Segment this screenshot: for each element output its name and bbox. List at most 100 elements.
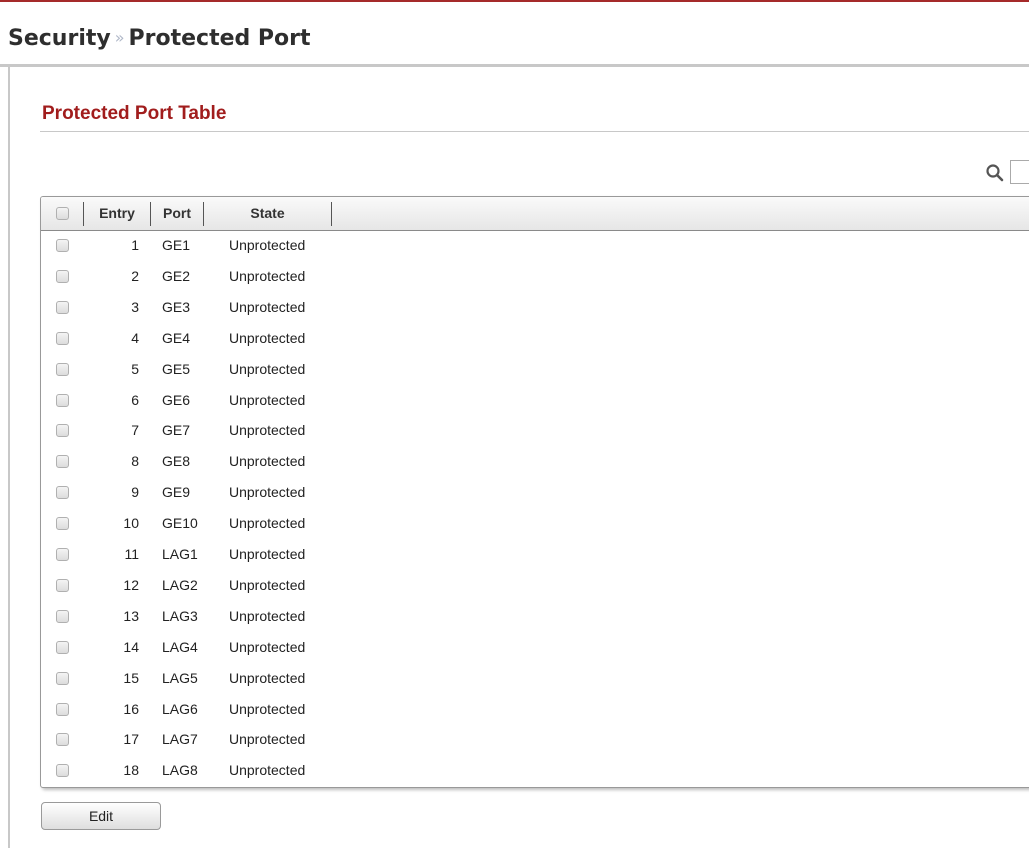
column-header-state[interactable]: State (204, 197, 331, 230)
cell-state: Unprotected (229, 515, 306, 532)
cell-state: Unprotected (229, 576, 306, 593)
cell-port: LAG8 (162, 762, 198, 779)
cell-entry: 14 (123, 638, 139, 655)
table-row[interactable]: 8 GE8 Unprotected (41, 446, 1029, 477)
left-frame-border (8, 66, 10, 848)
column-divider (331, 202, 332, 226)
cell-state: Unprotected (229, 638, 306, 655)
table-row[interactable]: 9 GE9 Unprotected (41, 477, 1029, 508)
select-all-checkbox[interactable] (56, 207, 69, 220)
row-checkbox[interactable] (56, 424, 69, 438)
cell-port: GE7 (162, 422, 191, 439)
cell-entry: 4 (131, 329, 139, 346)
edit-button[interactable]: Edit (41, 802, 161, 830)
cell-state: Unprotected (229, 762, 306, 779)
row-checkbox[interactable] (56, 486, 69, 500)
row-checkbox[interactable] (56, 671, 69, 685)
cell-entry: 15 (123, 669, 139, 686)
row-checkbox[interactable] (56, 609, 69, 623)
search-input[interactable] (1010, 160, 1029, 184)
table-row[interactable]: 14 LAG4 Unprotected (41, 632, 1029, 663)
row-checkbox[interactable] (56, 578, 69, 592)
cell-entry: 16 (123, 700, 139, 717)
table-row[interactable]: 3 GE3 Unprotected (41, 292, 1029, 323)
column-header-entry[interactable]: Entry (84, 197, 150, 230)
cell-state: Unprotected (229, 329, 306, 346)
row-checkbox[interactable] (56, 517, 69, 531)
row-checkbox[interactable] (56, 702, 69, 716)
cell-port: LAG4 (162, 638, 198, 655)
cell-port: LAG7 (162, 731, 198, 748)
row-checkbox[interactable] (56, 239, 69, 252)
row-checkbox[interactable] (56, 331, 69, 345)
cell-entry: 17 (123, 731, 139, 748)
page-header: Security» Protected Port (0, 2, 1029, 67)
table-row[interactable]: 5 GE5 Unprotected (41, 354, 1029, 385)
cell-port: GE2 (162, 267, 191, 284)
breadcrumb-section: Security (8, 26, 111, 51)
table-row[interactable]: 2 GE2 Unprotected (41, 261, 1029, 292)
cell-entry: 18 (123, 762, 139, 779)
search-icon[interactable] (985, 163, 1005, 183)
protected-port-table: Entry Port State 1 GE1 Unprotected 2 GE2 Unpr… (40, 196, 1029, 788)
breadcrumb: Security» Protected Port (8, 26, 311, 51)
breadcrumb-separator-icon: » (114, 28, 125, 47)
cell-entry: 7 (131, 422, 139, 439)
table-row[interactable]: 13 LAG3 Unprotected (41, 601, 1029, 632)
cell-entry: 13 (123, 607, 139, 624)
cell-entry: 5 (131, 360, 139, 377)
row-checkbox[interactable] (56, 362, 69, 376)
row-checkbox[interactable] (56, 548, 69, 561)
cell-entry: 10 (123, 515, 139, 532)
cell-port: LAG2 (162, 576, 198, 593)
cell-port: GE8 (162, 453, 191, 470)
cell-port: GE1 (162, 237, 191, 253)
cell-entry: 9 (131, 484, 139, 501)
cell-port: GE3 (162, 298, 191, 315)
row-checkbox[interactable] (56, 269, 69, 283)
cell-port: GE10 (162, 515, 198, 532)
cell-state: Unprotected (229, 546, 306, 562)
cell-state: Unprotected (229, 484, 306, 501)
column-header-port[interactable]: Port (151, 197, 203, 230)
row-checkbox[interactable] (56, 640, 69, 654)
row-checkbox[interactable] (56, 733, 69, 747)
row-checkbox[interactable] (56, 300, 69, 314)
table-row[interactable]: 10 GE10 Unprotected (41, 508, 1029, 539)
cell-port: GE5 (162, 360, 191, 377)
cell-entry: 8 (131, 453, 139, 470)
table-row[interactable]: 6 GE6 Unprotected (41, 385, 1029, 416)
panel-title-divider (40, 131, 1029, 132)
cell-state: Unprotected (229, 237, 306, 253)
table-row[interactable]: 7 GE7 Unprotected (41, 415, 1029, 446)
cell-state: Unprotected (229, 700, 306, 717)
cell-entry: 3 (131, 298, 139, 315)
table-row[interactable]: 4 GE4 Unprotected (41, 323, 1029, 354)
cell-state: Unprotected (229, 453, 306, 470)
row-checkbox[interactable] (56, 764, 69, 778)
table-row[interactable]: 12 LAG2 Unprotected (41, 570, 1029, 601)
table-row[interactable]: 18 LAG8 Unprotected (41, 755, 1029, 786)
table-row[interactable]: 15 LAG5 Unprotected (41, 663, 1029, 694)
cell-entry: 12 (123, 576, 139, 593)
cell-port: GE4 (162, 329, 191, 346)
panel-title: Protected Port Table (42, 103, 227, 124)
table-row[interactable]: 11 LAG1 Unprotected (41, 539, 1029, 570)
cell-entry: 1 (131, 237, 139, 253)
table-header: Entry Port State (41, 197, 1029, 231)
table-row[interactable]: 17 LAG7 Unprotected (41, 724, 1029, 755)
row-checkbox[interactable] (56, 455, 69, 469)
cell-state: Unprotected (229, 669, 306, 686)
cell-port: GE9 (162, 484, 191, 501)
cell-state: Unprotected (229, 607, 306, 624)
cell-state: Unprotected (229, 360, 306, 377)
table-row[interactable]: 1 GE1 Unprotected (41, 230, 1029, 261)
cell-port: LAG3 (162, 607, 198, 624)
cell-state: Unprotected (229, 422, 306, 439)
cell-entry: 2 (131, 267, 139, 284)
cell-port: LAG1 (162, 546, 198, 562)
table-row[interactable]: 16 LAG6 Unprotected (41, 694, 1029, 725)
cell-state: Unprotected (229, 391, 306, 408)
cell-port: GE6 (162, 391, 191, 408)
row-checkbox[interactable] (56, 393, 69, 407)
